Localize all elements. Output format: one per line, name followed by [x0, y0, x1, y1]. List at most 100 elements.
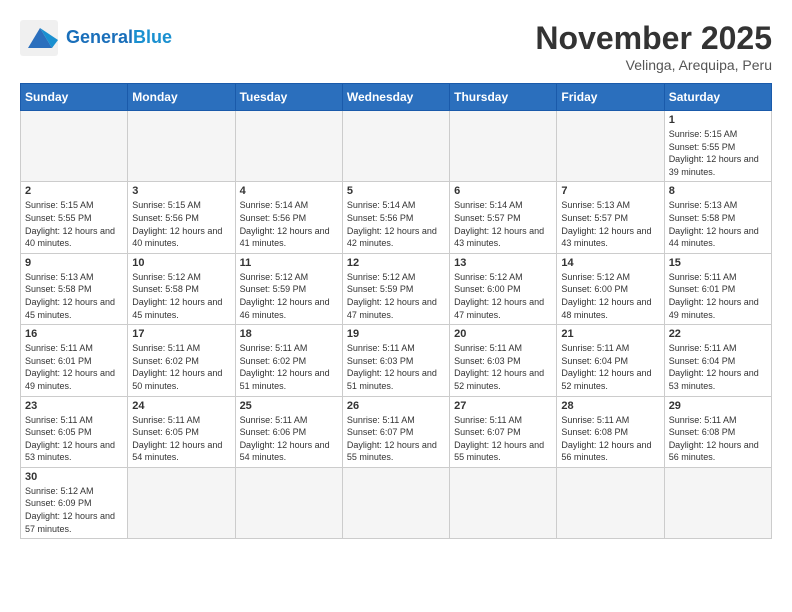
- calendar-cell: 4 Sunrise: 5:14 AM Sunset: 5:56 PM Daylig…: [235, 182, 342, 253]
- day-info: Sunrise: 5:15 AM Sunset: 5:56 PM Dayligh…: [132, 199, 230, 249]
- day-info: Sunrise: 5:12 AM Sunset: 5:58 PM Dayligh…: [132, 271, 230, 321]
- day-info: Sunrise: 5:11 AM Sunset: 6:01 PM Dayligh…: [25, 342, 123, 392]
- day-number: 18: [240, 328, 338, 340]
- calendar-cell: 30Sunrise: 5:12 AM Sunset: 6:09 PM Dayli…: [21, 467, 128, 538]
- calendar-cell: [342, 111, 449, 182]
- day-info: Sunrise: 5:13 AM Sunset: 5:57 PM Dayligh…: [561, 199, 659, 249]
- day-number: 20: [454, 328, 552, 340]
- calendar-cell: [664, 467, 771, 538]
- day-info: Sunrise: 5:11 AM Sunset: 6:03 PM Dayligh…: [454, 342, 552, 392]
- day-number: 13: [454, 257, 552, 269]
- day-number: 19: [347, 328, 445, 340]
- calendar-cell: [235, 467, 342, 538]
- weekday-header: Saturday: [664, 84, 771, 111]
- day-info: Sunrise: 5:12 AM Sunset: 6:09 PM Dayligh…: [25, 485, 123, 535]
- day-number: 29: [669, 400, 767, 412]
- calendar-cell: 5 Sunrise: 5:14 AM Sunset: 5:56 PM Daylig…: [342, 182, 449, 253]
- day-info: Sunrise: 5:14 AM Sunset: 5:56 PM Dayligh…: [240, 199, 338, 249]
- calendar-cell: 24Sunrise: 5:11 AM Sunset: 6:05 PM Dayli…: [128, 396, 235, 467]
- day-info: Sunrise: 5:11 AM Sunset: 6:08 PM Dayligh…: [561, 414, 659, 464]
- logo-icon: [20, 20, 60, 56]
- calendar-cell: [235, 111, 342, 182]
- calendar-header-row: SundayMondayTuesdayWednesdayThursdayFrid…: [21, 84, 772, 111]
- calendar-cell: [450, 111, 557, 182]
- month-title: November 2025: [535, 20, 772, 57]
- calendar-cell: 2Sunrise: 5:15 AM Sunset: 5:55 PM Daylig…: [21, 182, 128, 253]
- location-subtitle: Velinga, Arequipa, Peru: [535, 57, 772, 73]
- day-number: 16: [25, 328, 123, 340]
- day-info: Sunrise: 5:13 AM Sunset: 5:58 PM Dayligh…: [669, 199, 767, 249]
- calendar-week-row: 23 Sunrise: 5:11 AM Sunset: 6:05 PM Dayli…: [21, 396, 772, 467]
- calendar-week-row: 9 Sunrise: 5:13 AM Sunset: 5:58 PM Daylig…: [21, 253, 772, 324]
- day-number: 7: [561, 185, 659, 197]
- calendar-cell: [342, 467, 449, 538]
- calendar-cell: 29 Sunrise: 5:11 AM Sunset: 6:08 PM Dayli…: [664, 396, 771, 467]
- day-number: 14: [561, 257, 659, 269]
- calendar-cell: 27Sunrise: 5:11 AM Sunset: 6:07 PM Dayli…: [450, 396, 557, 467]
- weekday-header: Thursday: [450, 84, 557, 111]
- calendar-cell: [21, 111, 128, 182]
- day-info: Sunrise: 5:12 AM Sunset: 6:00 PM Dayligh…: [454, 271, 552, 321]
- day-info: Sunrise: 5:15 AM Sunset: 5:55 PM Dayligh…: [669, 128, 767, 178]
- weekday-header: Friday: [557, 84, 664, 111]
- day-number: 26: [347, 400, 445, 412]
- day-info: Sunrise: 5:11 AM Sunset: 6:07 PM Dayligh…: [454, 414, 552, 464]
- calendar-cell: 22Sunrise: 5:11 AM Sunset: 6:04 PM Dayli…: [664, 325, 771, 396]
- calendar-cell: 16 Sunrise: 5:11 AM Sunset: 6:01 PM Dayli…: [21, 325, 128, 396]
- logo-text: GeneralBlue: [66, 27, 172, 49]
- day-number: 12: [347, 257, 445, 269]
- calendar-cell: 19 Sunrise: 5:11 AM Sunset: 6:03 PM Dayli…: [342, 325, 449, 396]
- calendar-cell: [450, 467, 557, 538]
- day-info: Sunrise: 5:14 AM Sunset: 5:57 PM Dayligh…: [454, 199, 552, 249]
- weekday-header: Wednesday: [342, 84, 449, 111]
- day-info: Sunrise: 5:11 AM Sunset: 6:07 PM Dayligh…: [347, 414, 445, 464]
- day-number: 10: [132, 257, 230, 269]
- calendar-cell: 6Sunrise: 5:14 AM Sunset: 5:57 PM Daylig…: [450, 182, 557, 253]
- calendar-cell: 15Sunrise: 5:11 AM Sunset: 6:01 PM Dayli…: [664, 253, 771, 324]
- day-number: 11: [240, 257, 338, 269]
- weekday-header: Sunday: [21, 84, 128, 111]
- day-info: Sunrise: 5:13 AM Sunset: 5:58 PM Dayligh…: [25, 271, 123, 321]
- day-info: Sunrise: 5:11 AM Sunset: 6:02 PM Dayligh…: [132, 342, 230, 392]
- calendar-cell: 10 Sunrise: 5:12 AM Sunset: 5:58 PM Dayli…: [128, 253, 235, 324]
- day-number: 2: [25, 185, 123, 197]
- day-info: Sunrise: 5:11 AM Sunset: 6:08 PM Dayligh…: [669, 414, 767, 464]
- weekday-header: Tuesday: [235, 84, 342, 111]
- day-info: Sunrise: 5:11 AM Sunset: 6:01 PM Dayligh…: [669, 271, 767, 321]
- calendar-cell: [557, 467, 664, 538]
- calendar-cell: 23 Sunrise: 5:11 AM Sunset: 6:05 PM Dayli…: [21, 396, 128, 467]
- day-info: Sunrise: 5:11 AM Sunset: 6:06 PM Dayligh…: [240, 414, 338, 464]
- day-info: Sunrise: 5:11 AM Sunset: 6:04 PM Dayligh…: [669, 342, 767, 392]
- day-number: 1: [669, 114, 767, 126]
- title-block: November 2025 Velinga, Arequipa, Peru: [535, 20, 772, 73]
- day-info: Sunrise: 5:12 AM Sunset: 5:59 PM Dayligh…: [347, 271, 445, 321]
- day-number: 5: [347, 185, 445, 197]
- calendar-cell: 25Sunrise: 5:11 AM Sunset: 6:06 PM Dayli…: [235, 396, 342, 467]
- day-number: 28: [561, 400, 659, 412]
- day-number: 4: [240, 185, 338, 197]
- day-info: Sunrise: 5:11 AM Sunset: 6:03 PM Dayligh…: [347, 342, 445, 392]
- calendar-cell: [128, 467, 235, 538]
- calendar-cell: 20 Sunrise: 5:11 AM Sunset: 6:03 PM Dayli…: [450, 325, 557, 396]
- calendar-cell: 21Sunrise: 5:11 AM Sunset: 6:04 PM Dayli…: [557, 325, 664, 396]
- calendar-cell: [557, 111, 664, 182]
- calendar-week-row: 30Sunrise: 5:12 AM Sunset: 6:09 PM Dayli…: [21, 467, 772, 538]
- day-number: 23: [25, 400, 123, 412]
- calendar-cell: 18Sunrise: 5:11 AM Sunset: 6:02 PM Dayli…: [235, 325, 342, 396]
- calendar-table: SundayMondayTuesdayWednesdayThursdayFrid…: [20, 83, 772, 539]
- calendar-cell: 9 Sunrise: 5:13 AM Sunset: 5:58 PM Daylig…: [21, 253, 128, 324]
- calendar-cell: 8Sunrise: 5:13 AM Sunset: 5:58 PM Daylig…: [664, 182, 771, 253]
- day-info: Sunrise: 5:11 AM Sunset: 6:04 PM Dayligh…: [561, 342, 659, 392]
- calendar-cell: 11Sunrise: 5:12 AM Sunset: 5:59 PM Dayli…: [235, 253, 342, 324]
- day-info: Sunrise: 5:11 AM Sunset: 6:05 PM Dayligh…: [25, 414, 123, 464]
- weekday-header: Monday: [128, 84, 235, 111]
- calendar-cell: 7 Sunrise: 5:13 AM Sunset: 5:57 PM Daylig…: [557, 182, 664, 253]
- day-number: 17: [132, 328, 230, 340]
- day-info: Sunrise: 5:14 AM Sunset: 5:56 PM Dayligh…: [347, 199, 445, 249]
- calendar-cell: 14Sunrise: 5:12 AM Sunset: 6:00 PM Dayli…: [557, 253, 664, 324]
- calendar-cell: 13 Sunrise: 5:12 AM Sunset: 6:00 PM Dayli…: [450, 253, 557, 324]
- day-number: 9: [25, 257, 123, 269]
- day-info: Sunrise: 5:11 AM Sunset: 6:05 PM Dayligh…: [132, 414, 230, 464]
- calendar-cell: 12 Sunrise: 5:12 AM Sunset: 5:59 PM Dayli…: [342, 253, 449, 324]
- day-number: 3: [132, 185, 230, 197]
